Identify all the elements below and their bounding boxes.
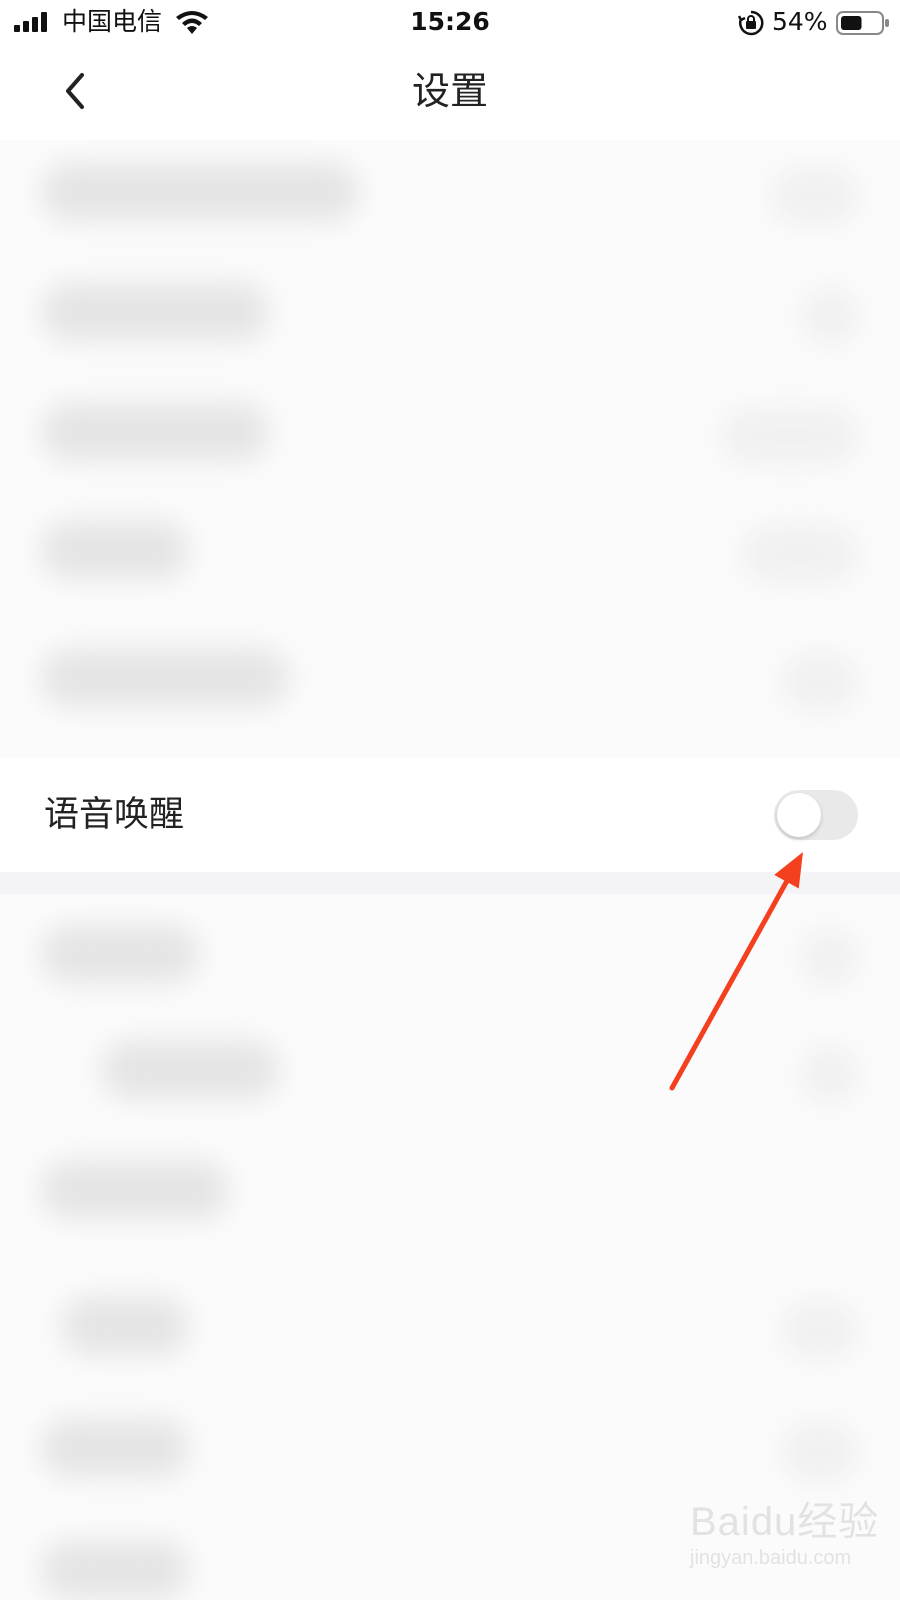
blurred-row bbox=[40, 1160, 230, 1220]
clock: 15:26 bbox=[410, 7, 490, 36]
voice-wake-label: 语音唤醒 bbox=[44, 795, 185, 835]
blurred-row-value bbox=[780, 652, 860, 712]
status-bar: 中国电信 15:26 54% bbox=[0, 0, 900, 46]
blurred-row-value bbox=[780, 1422, 860, 1482]
blurred-row bbox=[40, 282, 270, 342]
section-divider bbox=[0, 872, 900, 894]
blurred-settings-group-top bbox=[0, 140, 900, 758]
page-title: 设置 bbox=[411, 69, 488, 113]
blurred-row-value bbox=[780, 1300, 860, 1360]
watermark-url: jingyan.baidu.com bbox=[690, 1547, 852, 1569]
blurred-settings-group-bottom bbox=[0, 894, 900, 1600]
blurred-row-value bbox=[800, 928, 860, 988]
orientation-lock-icon bbox=[738, 10, 764, 36]
blurred-row bbox=[40, 162, 360, 222]
blurred-row bbox=[40, 402, 270, 462]
blurred-row bbox=[60, 1296, 190, 1356]
nav-bar: 设置 bbox=[0, 46, 900, 138]
watermark-brand: Baidu经验 bbox=[690, 1500, 880, 1544]
blurred-row-value bbox=[800, 286, 860, 346]
watermark: Baidu经验 jingyan.baidu.com bbox=[690, 1496, 890, 1576]
blurred-row-value bbox=[770, 166, 860, 226]
blurred-row bbox=[40, 924, 200, 984]
blurred-row-value bbox=[740, 524, 860, 584]
blurred-row bbox=[40, 1540, 190, 1600]
battery-percentage: 54% bbox=[772, 7, 828, 36]
blurred-row bbox=[100, 1040, 280, 1100]
voice-wake-row: 语音唤醒 bbox=[0, 758, 900, 872]
battery-icon bbox=[836, 11, 889, 35]
blurred-row bbox=[40, 1418, 190, 1478]
blurred-row bbox=[40, 648, 290, 708]
blurred-row bbox=[40, 520, 190, 580]
blurred-row-value bbox=[800, 1044, 860, 1104]
blurred-row-value bbox=[720, 406, 860, 466]
voice-wake-toggle[interactable] bbox=[774, 790, 858, 840]
toggle-knob bbox=[777, 793, 821, 837]
